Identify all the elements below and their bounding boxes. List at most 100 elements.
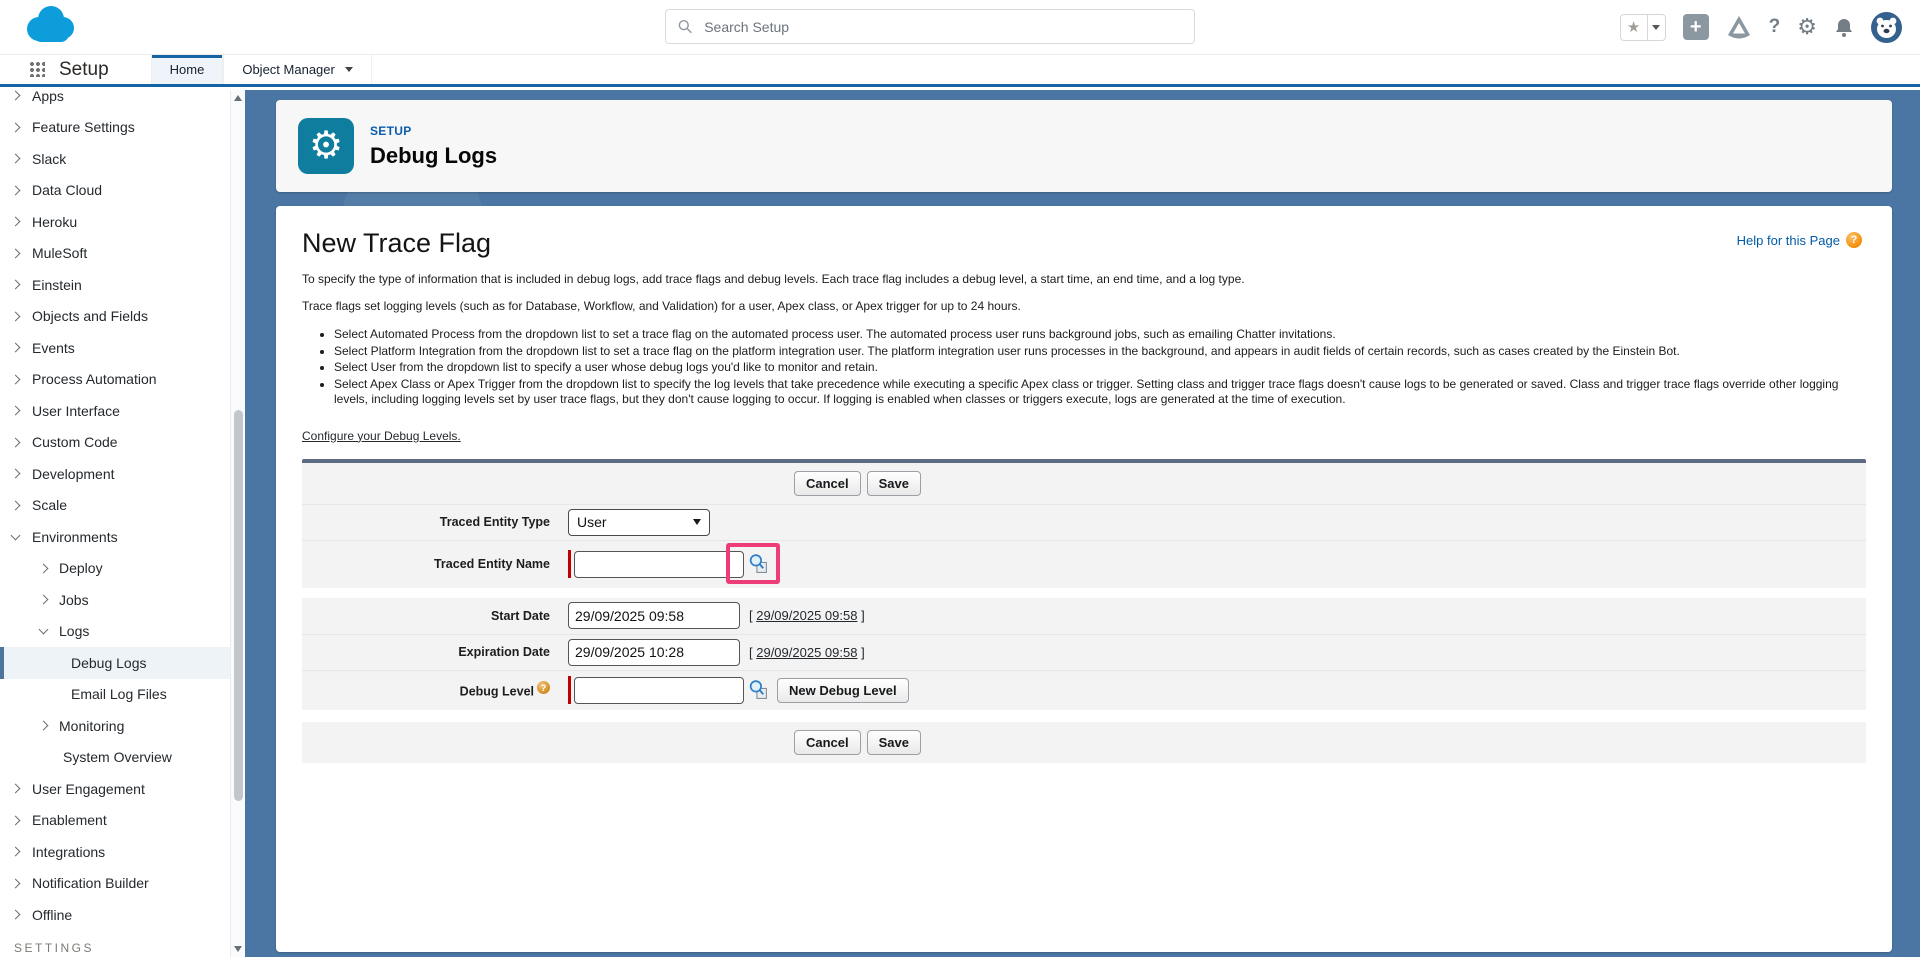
setup-sidebar: Apps Feature Settings Slack Data Cloud H… [0,90,245,957]
sidebar-item-mulesoft[interactable]: MuleSoft [0,238,245,270]
chevron-right-icon [11,815,21,825]
sidebar-item-einstein[interactable]: Einstein [0,269,245,301]
sidebar-item-user-interface[interactable]: User Interface [0,395,245,427]
sidebar-item-notification-builder[interactable]: Notification Builder [0,868,245,900]
app-launcher-waffle-icon[interactable] [30,62,45,77]
expiration-date-now-link[interactable]: 29/09/2025 09:58 [756,645,857,660]
sidebar-item-offline[interactable]: Offline [0,899,245,931]
chevron-down-icon [11,530,21,540]
page-header-card: ⚙ SETUP Debug Logs [276,100,1892,192]
start-date-input[interactable] [568,602,740,629]
field-label: Traced Entity Name [302,557,568,571]
global-header: ★ + ? ⚙ [0,0,1920,54]
sidebar-item-development[interactable]: Development [0,458,245,490]
tab-home[interactable]: Home [151,55,224,84]
form-section-top: Cancel Save Traced Entity Type User [302,463,1866,588]
form-row-expiration-date: Expiration Date [ 29/09/2025 09:58 ] [302,634,1866,670]
sidebar-item-events[interactable]: Events [0,332,245,364]
expiration-date-input[interactable] [568,639,740,666]
sidebar-item-feature-settings[interactable]: Feature Settings [0,112,245,144]
cancel-button[interactable]: Cancel [794,471,861,496]
sidebar-item-jobs[interactable]: Jobs [0,584,245,616]
sidebar-item-logs[interactable]: Logs [0,616,245,648]
notifications-bell-icon[interactable] [1834,17,1854,38]
sidebar-settings-heading: SETTINGS [14,941,245,955]
chevron-right-icon [11,374,21,384]
guidance-center-icon[interactable] [1726,14,1752,40]
sidebar-item-data-cloud[interactable]: Data Cloud [0,175,245,207]
scroll-up-icon[interactable] [234,95,242,101]
list-item: Select Apex Class or Apex Trigger from t… [334,377,1866,408]
new-debug-level-button[interactable]: New Debug Level [777,678,909,703]
user-avatar[interactable] [1871,12,1902,43]
debug-level-input[interactable] [574,677,744,704]
configure-debug-levels-link[interactable]: Configure your Debug Levels. [302,429,461,443]
lookup-button[interactable] [748,679,769,701]
help-orange-icon: ? [1846,232,1862,248]
help-for-this-page-link[interactable]: Help for this Page ? [1737,232,1862,248]
sidebar-item-objects-and-fields[interactable]: Objects and Fields [0,301,245,333]
page-eyebrow: SETUP [370,124,497,138]
content-card: New Trace Flag Help for this Page ? To s… [276,206,1892,952]
favorites-caret-icon[interactable] [1647,14,1665,41]
sidebar-tree: Apps Feature Settings Slack Data Cloud H… [0,90,245,955]
sidebar-item-environments[interactable]: Environments [0,521,245,553]
scroll-down-icon[interactable] [234,946,242,952]
lookup-magnifier-icon [748,553,769,574]
chevron-right-icon [11,437,21,447]
tab-object-manager[interactable]: Object Manager [223,55,372,84]
sidebar-scrollbar[interactable] [230,90,245,957]
chevron-right-icon [11,469,21,479]
field-label: Traced Entity Type [302,515,568,529]
search-input[interactable] [704,19,1182,35]
sidebar-item-monitoring[interactable]: Monitoring [0,710,245,742]
sidebar-item-scale[interactable]: Scale [0,490,245,522]
chevron-right-icon [11,154,21,164]
sidebar-item-process-automation[interactable]: Process Automation [0,364,245,396]
field-help-icon[interactable]: ? [537,681,550,694]
sidebar-item-user-engagement[interactable]: User Engagement [0,773,245,805]
sidebar-item-email-log-files[interactable]: Email Log Files [0,679,245,711]
start-date-now-link[interactable]: 29/09/2025 09:58 [756,608,857,623]
sidebar-item-system-overview[interactable]: System Overview [0,742,245,774]
tab-object-manager-label: Object Manager [242,62,335,77]
form-section-dates: Start Date [ 29/09/2025 09:58 ] Expirati… [302,598,1866,710]
save-button[interactable]: Save [867,471,921,496]
setup-navbar: Setup Home Object Manager [0,54,1920,87]
sidebar-item-enablement[interactable]: Enablement [0,805,245,837]
form-section-bottom: Cancel Save [302,722,1866,763]
salesforce-cloud-icon [22,4,78,48]
instruction-list: Select Automated Process from the dropdo… [334,327,1866,408]
field-label: Start Date [302,609,568,623]
sidebar-item-integrations[interactable]: Integrations [0,836,245,868]
chevron-right-icon [39,595,49,605]
sidebar-item-debug-logs[interactable]: Debug Logs [0,647,245,679]
chevron-right-icon [39,563,49,573]
current-datetime-link: [ 29/09/2025 09:58 ] [749,645,865,660]
chevron-right-icon [11,280,21,290]
traced-entity-name-input[interactable] [574,551,744,578]
help-icon[interactable]: ? [1769,16,1781,38]
setup-gear-icon[interactable]: ⚙ [1797,14,1817,40]
add-icon[interactable]: + [1683,14,1709,40]
favorites-star-icon[interactable]: ★ [1621,14,1647,41]
scrollbar-thumb[interactable] [234,410,243,801]
bottom-button-row: Cancel Save [302,722,1866,763]
sidebar-item-custom-code[interactable]: Custom Code [0,427,245,459]
setup-tile-gear-icon: ⚙ [298,118,354,174]
required-indicator [568,550,571,578]
sidebar-item-slack[interactable]: Slack [0,143,245,175]
chevron-right-icon [11,248,21,258]
form-row-start-date: Start Date [ 29/09/2025 09:58 ] [302,598,1866,634]
lookup-button[interactable] [748,553,769,575]
chevron-down-icon [345,67,353,72]
sidebar-item-heroku[interactable]: Heroku [0,206,245,238]
traced-entity-type-select[interactable]: User [568,509,710,536]
intro-paragraph: To specify the type of information that … [302,272,1866,286]
save-button[interactable]: Save [867,730,921,755]
required-indicator [568,676,571,704]
cancel-button[interactable]: Cancel [794,730,861,755]
sidebar-item-apps[interactable]: Apps [0,90,245,112]
sidebar-item-deploy[interactable]: Deploy [0,553,245,585]
salesforce-logo[interactable] [22,4,78,53]
